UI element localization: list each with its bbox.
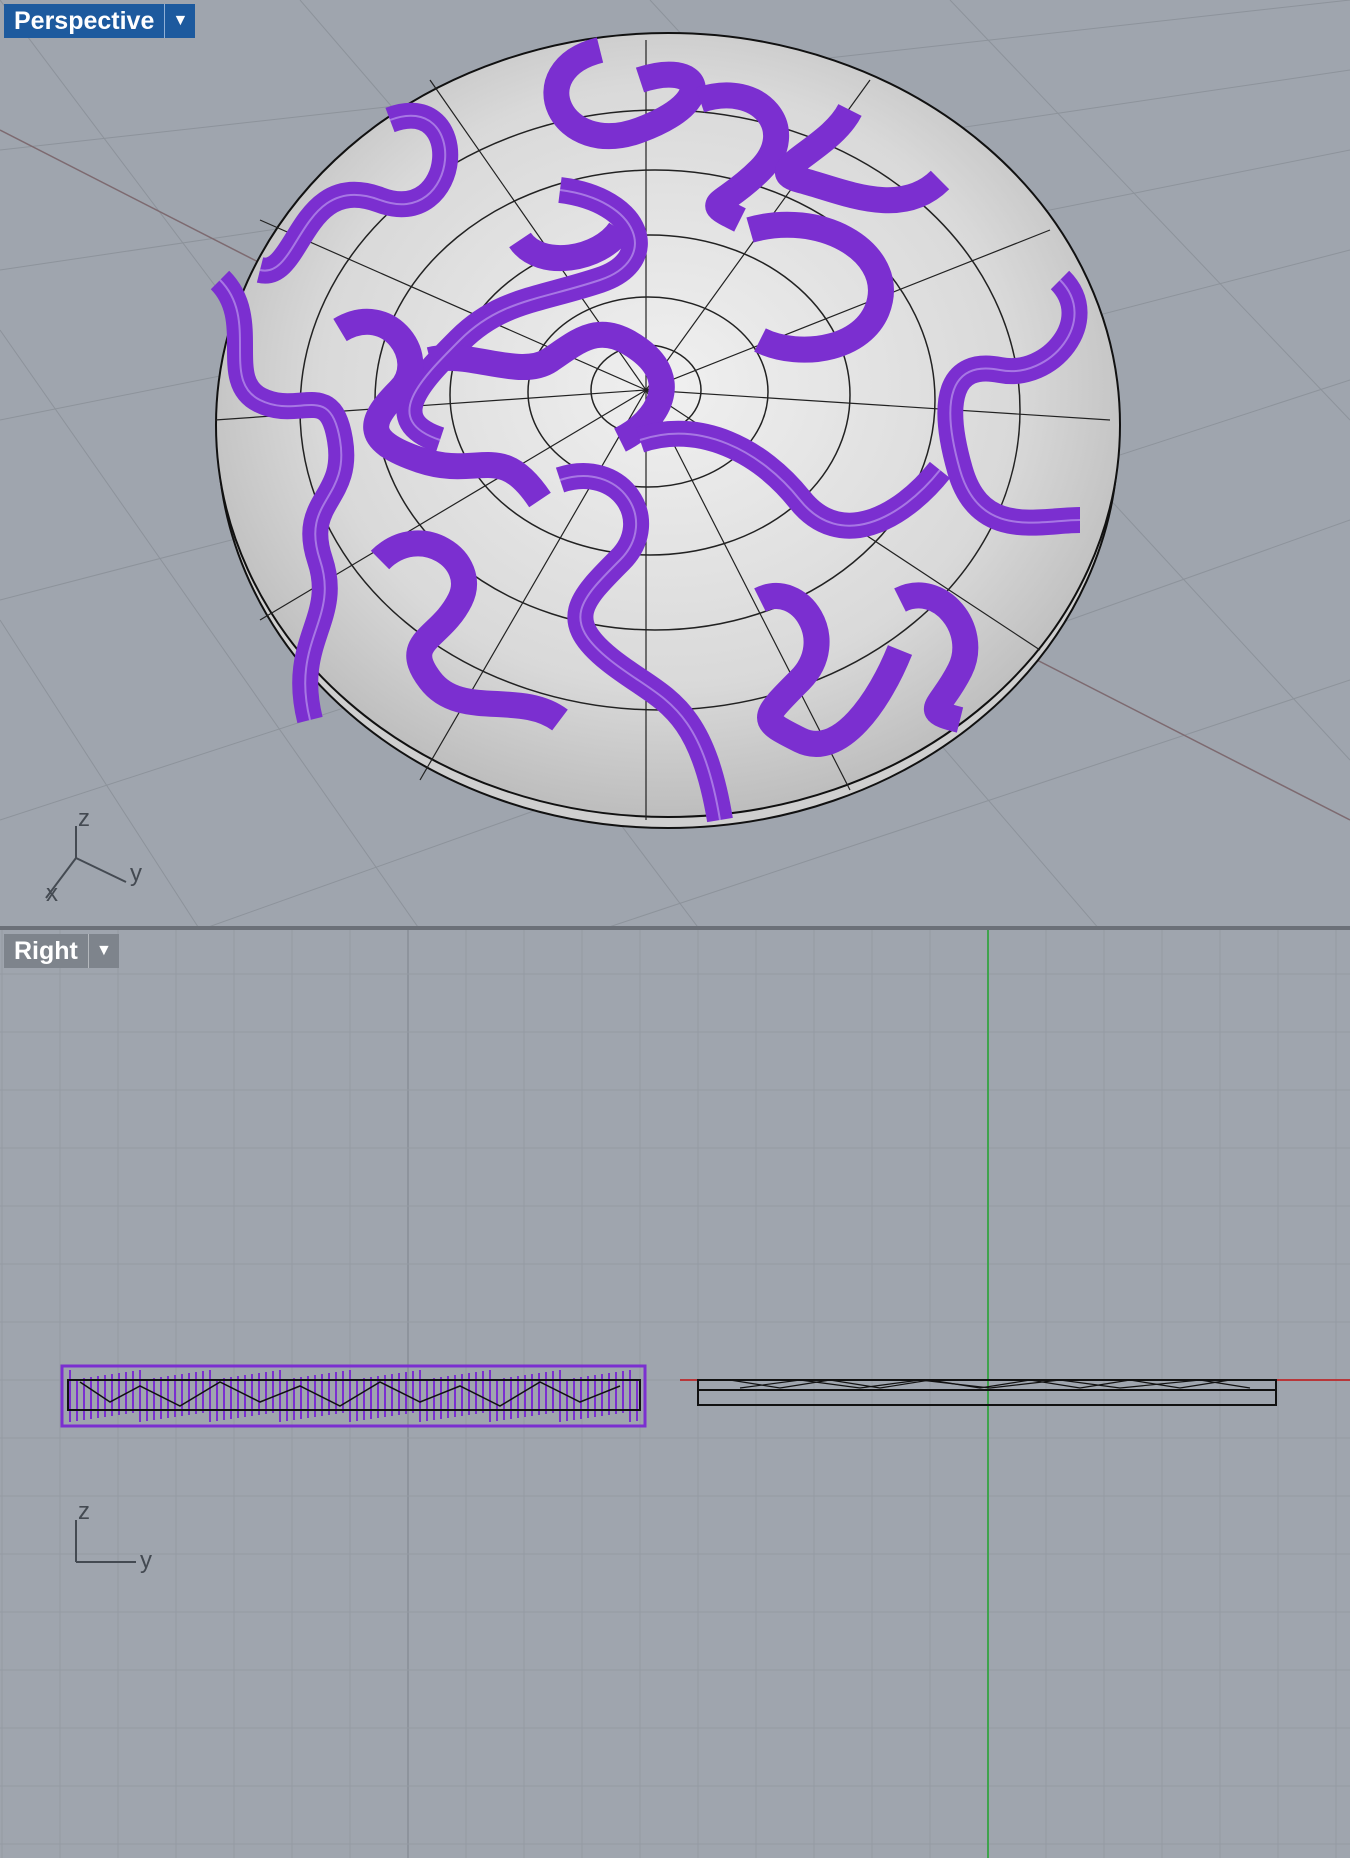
right-y-axis-label: y	[140, 1547, 152, 1574]
perspective-viewport-tab[interactable]: Perspective ▼	[4, 4, 196, 38]
persp-z-axis-label: z	[78, 805, 90, 832]
right-viewport[interactable]: z y Right ▼	[0, 930, 1350, 1858]
perspective-axis-widget	[45, 826, 127, 899]
persp-x-axis-label: x	[46, 880, 58, 907]
persp-y-axis-label: y	[130, 860, 142, 887]
perspective-canvas[interactable]	[0, 0, 1350, 930]
viewport-title[interactable]: Right	[4, 934, 88, 968]
triangle-down-icon[interactable]: ▼	[164, 4, 196, 38]
perspective-viewport[interactable]: z y x Perspective ▼	[0, 0, 1350, 930]
triangle-down-icon[interactable]: ▼	[87, 934, 119, 968]
ribbon-side-view	[60, 1364, 647, 1428]
right-axis-widget	[75, 1520, 136, 1563]
right-viewport-tab[interactable]: Right ▼	[4, 934, 119, 968]
viewport-title[interactable]: Perspective	[4, 4, 165, 38]
right-z-axis-label: z	[78, 1498, 90, 1525]
right-canvas[interactable]	[0, 930, 1350, 1858]
